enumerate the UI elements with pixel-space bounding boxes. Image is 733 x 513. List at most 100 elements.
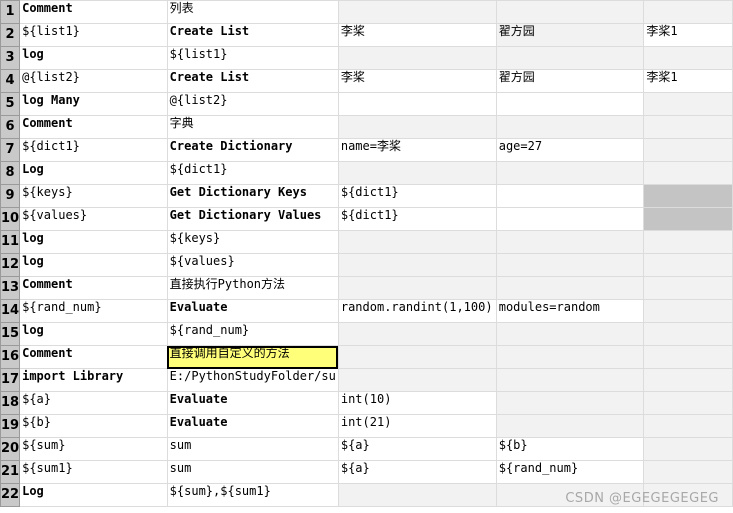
grid-cell-col1[interactable]: import Library — [19, 368, 168, 392]
grid-cell-col2[interactable]: @{list2} — [166, 92, 339, 116]
grid-cell-col1[interactable]: ${sum1} — [19, 460, 168, 484]
grid-cell-col1[interactable]: Log — [19, 161, 168, 185]
row-number[interactable]: 20 — [0, 437, 21, 461]
row-number[interactable]: 12 — [0, 253, 21, 277]
grid-cell-col1[interactable]: @{list2} — [19, 69, 168, 93]
grid-cell-col1[interactable]: ${rand_num} — [19, 299, 168, 323]
grid-cell-col2[interactable]: Evaluate — [166, 391, 339, 415]
grid-cell-col3[interactable]: int(10) — [337, 391, 497, 415]
grid-cell-col3[interactable]: ${a} — [337, 437, 497, 461]
grid-cell-col1[interactable]: Comment — [19, 0, 168, 24]
grid-cell-col3[interactable]: ${a} — [337, 460, 497, 484]
grid-cell-col4[interactable] — [495, 391, 645, 415]
grid-cell-col1[interactable]: ${b} — [19, 414, 168, 438]
grid-cell-col2[interactable]: 列表 — [166, 0, 339, 24]
grid-cell-col4[interactable] — [495, 322, 645, 346]
row-number[interactable]: 1 — [0, 0, 21, 24]
grid-cell-col4[interactable] — [495, 345, 645, 369]
grid-cell-col3[interactable]: 李桨 — [337, 23, 497, 47]
grid-cell-col3[interactable]: random.randint(1,100) — [337, 299, 497, 323]
grid-cell-col5[interactable] — [643, 276, 733, 300]
grid-cell-col3[interactable] — [337, 230, 497, 254]
grid-cell-col5[interactable] — [643, 322, 733, 346]
grid-cell-col4[interactable]: 翟方园 — [495, 69, 645, 93]
grid-cell-col3[interactable] — [337, 92, 497, 116]
grid-cell-col2[interactable]: 直接调用自定义的方法 — [166, 345, 339, 369]
row-number[interactable]: 18 — [0, 391, 21, 415]
grid-cell-col3[interactable] — [337, 161, 497, 185]
grid-cell-col4[interactable]: age=27 — [495, 138, 645, 162]
grid-cell-col4[interactable] — [495, 253, 645, 277]
grid-cell-col2[interactable]: Get Dictionary Values — [166, 207, 339, 231]
grid-cell-col5[interactable] — [643, 391, 733, 415]
grid-cell-col5[interactable] — [643, 184, 733, 208]
row-number[interactable]: 13 — [0, 276, 21, 300]
row-number[interactable]: 6 — [0, 115, 21, 139]
grid-cell-col1[interactable]: Comment — [19, 345, 168, 369]
grid-cell-col3[interactable] — [337, 276, 497, 300]
grid-cell-col4[interactable]: modules=random — [495, 299, 645, 323]
grid-cell-col5[interactable] — [643, 46, 733, 70]
grid-cell-col1[interactable]: ${sum} — [19, 437, 168, 461]
row-number[interactable]: 3 — [0, 46, 21, 70]
grid-cell-col2[interactable]: Create Dictionary — [166, 138, 339, 162]
row-number[interactable]: 16 — [0, 345, 21, 369]
grid-cell-col3[interactable] — [337, 46, 497, 70]
grid-cell-col5[interactable] — [643, 437, 733, 461]
row-number[interactable]: 5 — [0, 92, 21, 116]
grid-cell-col3[interactable] — [337, 345, 497, 369]
grid-cell-col5[interactable] — [643, 138, 733, 162]
row-number[interactable]: 2 — [0, 23, 21, 47]
grid-cell-col3[interactable] — [337, 322, 497, 346]
grid-cell-col1[interactable]: log — [19, 322, 168, 346]
grid-cell-col5[interactable] — [643, 115, 733, 139]
grid-cell-col3[interactable] — [337, 483, 497, 507]
row-number[interactable]: 8 — [0, 161, 21, 185]
grid-cell-col4[interactable] — [495, 414, 645, 438]
grid-cell-col2[interactable]: ${rand_num} — [166, 322, 339, 346]
grid-cell-col4[interactable]: ${b} — [495, 437, 645, 461]
grid-cell-col5[interactable]: 李桨1 — [643, 69, 733, 93]
grid-cell-col5[interactable] — [643, 0, 733, 24]
grid-cell-col5[interactable] — [643, 414, 733, 438]
grid-cell-col1[interactable]: log Many — [19, 92, 168, 116]
grid-cell-col2[interactable]: ${keys} — [166, 230, 339, 254]
grid-cell-col4[interactable] — [495, 46, 645, 70]
grid-cell-col4[interactable] — [495, 276, 645, 300]
grid-cell-col1[interactable]: ${values} — [19, 207, 168, 231]
grid-cell-col5[interactable] — [643, 92, 733, 116]
grid-cell-col4[interactable] — [495, 184, 645, 208]
grid-cell-col2[interactable]: Evaluate — [166, 414, 339, 438]
grid-cell-col5[interactable] — [643, 345, 733, 369]
grid-cell-col2[interactable]: ${list1} — [166, 46, 339, 70]
row-number[interactable]: 17 — [0, 368, 21, 392]
grid-cell-col1[interactable]: ${list1} — [19, 23, 168, 47]
grid-cell-col1[interactable]: Comment — [19, 276, 168, 300]
grid-cell-col1[interactable]: ${keys} — [19, 184, 168, 208]
grid-cell-col5[interactable] — [643, 161, 733, 185]
grid-cell-col3[interactable]: name=李桨 — [337, 138, 497, 162]
grid-cell-col5[interactable] — [643, 253, 733, 277]
grid-cell-col1[interactable]: Comment — [19, 115, 168, 139]
grid-cell-col1[interactable]: log — [19, 230, 168, 254]
grid-cell-col4[interactable]: ${rand_num} — [495, 460, 645, 484]
grid-cell-col1[interactable]: log — [19, 46, 168, 70]
grid-cell-col5[interactable] — [643, 230, 733, 254]
grid-cell-col5[interactable] — [643, 207, 733, 231]
grid-cell-col2[interactable]: ${sum},${sum1} — [166, 483, 339, 507]
grid-cell-col5[interactable] — [643, 299, 733, 323]
row-number[interactable]: 10 — [0, 207, 21, 231]
row-number[interactable]: 4 — [0, 69, 21, 93]
grid-cell-col4[interactable] — [495, 368, 645, 392]
grid-cell-col4[interactable] — [495, 161, 645, 185]
grid-cell-col2[interactable]: sum — [166, 460, 339, 484]
grid-cell-col4[interactable] — [495, 207, 645, 231]
row-number[interactable]: 19 — [0, 414, 21, 438]
grid-cell-col2[interactable]: Get Dictionary Keys — [166, 184, 339, 208]
grid-cell-col2[interactable]: Create List — [166, 69, 339, 93]
grid-cell-col4[interactable] — [495, 92, 645, 116]
grid-cell-col3[interactable]: int(21) — [337, 414, 497, 438]
grid-cell-col2[interactable]: Evaluate — [166, 299, 339, 323]
grid-cell-col4[interactable]: 翟方园 — [495, 23, 645, 47]
row-number[interactable]: 11 — [0, 230, 21, 254]
